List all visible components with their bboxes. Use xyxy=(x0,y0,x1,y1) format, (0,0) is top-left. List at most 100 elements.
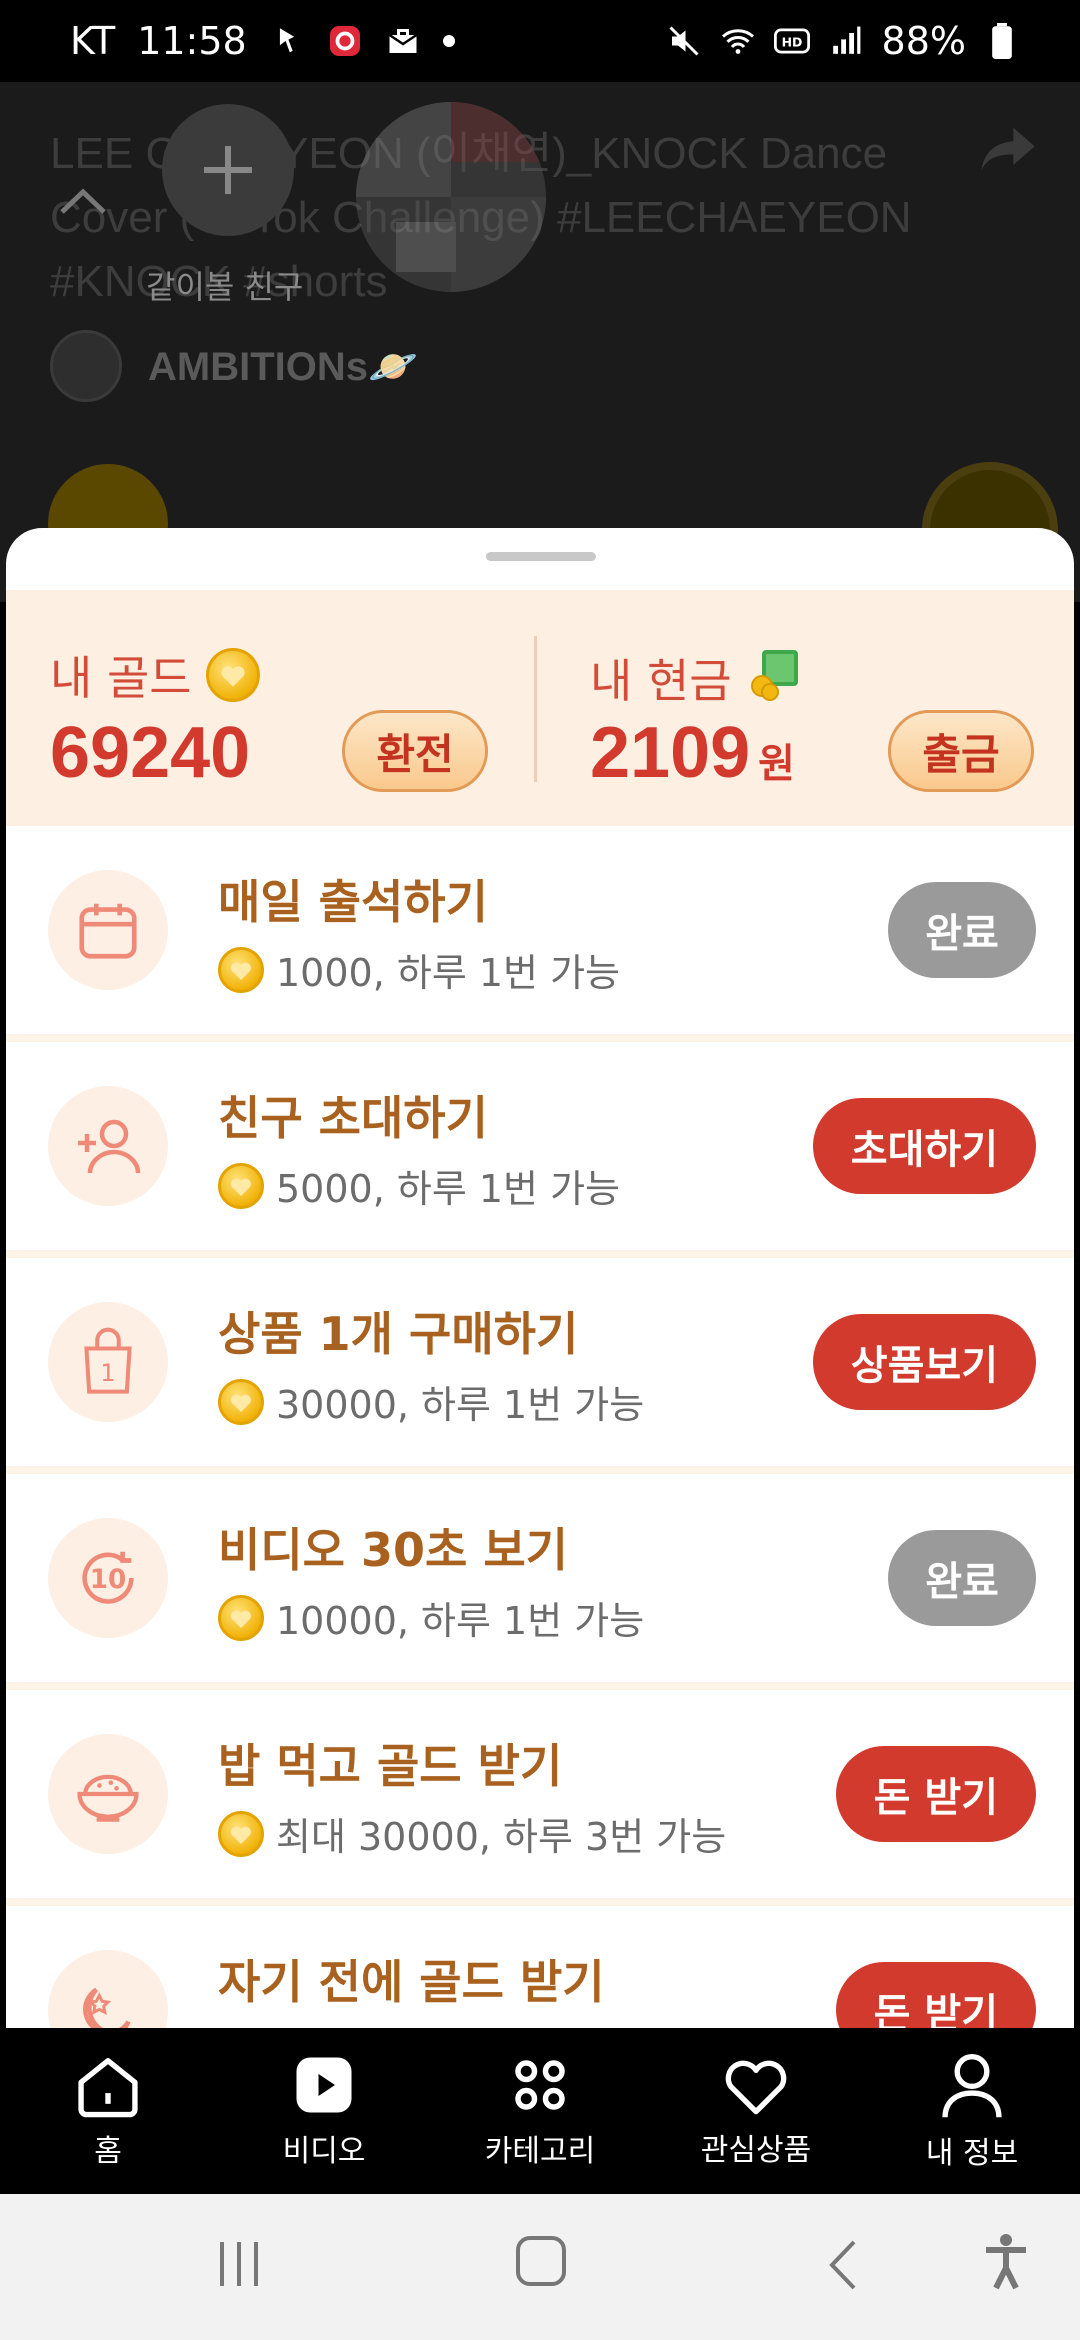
list-item: 밥 먹고 골드 받기 최대 30000, 하루 3번 가능 돈 받기 xyxy=(6,1690,1074,1906)
nav-video[interactable]: 비디오 xyxy=(216,2028,432,2194)
system-navigation-bar xyxy=(0,2194,1080,2340)
profile-icon xyxy=(942,2054,1002,2118)
list-item: 10 비디오 30초 보기 10000, 하루 1번 가능 완료 xyxy=(6,1474,1074,1690)
channel-name[interactable]: AMBITIONs🪐 xyxy=(148,343,418,390)
task-title: 친구 초대하기 xyxy=(218,1091,488,1145)
get-money-button[interactable]: 돈 받기 xyxy=(835,1962,1036,2028)
plus-icon xyxy=(204,146,252,194)
view-products-button[interactable]: 상품보기 xyxy=(812,1314,1036,1410)
task-reward: 10000, 하루 1번 가능 xyxy=(218,1590,644,1645)
share-icon[interactable] xyxy=(976,122,1040,180)
task-reward: 5000, 하루 1번 가능 xyxy=(218,1158,620,1213)
timer-10-icon: 10 xyxy=(48,1518,168,1638)
cash-value: 2109 xyxy=(590,713,751,793)
channel-info[interactable]: AMBITIONs🪐 xyxy=(50,330,418,402)
task-reward-text: 5000, 하루 1번 가능 xyxy=(276,1167,621,1211)
cash-unit: 원 xyxy=(758,742,795,786)
heart-icon xyxy=(725,2060,787,2115)
task-title: 상품 1개 구매하기 xyxy=(218,1307,579,1361)
task-reward-text: 10000, 하루 1번 가능 xyxy=(276,1599,645,1643)
mail-bag-icon xyxy=(385,23,421,59)
channel-avatar[interactable] xyxy=(50,330,122,402)
shopping-bag-icon: 1 xyxy=(48,1302,168,1422)
task-reward-text: 최대 30000, 하루 3번 가능 xyxy=(276,1815,727,1859)
balance-divider xyxy=(534,636,537,782)
list-item: 친구 초대하기 5000, 하루 1번 가능 초대하기 xyxy=(6,1042,1074,1258)
signal-icon xyxy=(828,23,864,59)
nav-home[interactable]: 홈 xyxy=(0,2028,216,2194)
sheet-drag-handle[interactable] xyxy=(486,552,596,561)
nav-label: 관심상품 xyxy=(700,2133,812,2168)
nav-profile[interactable]: 내 정보 xyxy=(864,2028,1080,2194)
list-item: 매일 출석하기 1000, 하루 1번 가능 완료 xyxy=(6,826,1074,1042)
rice-bowl-icon xyxy=(48,1734,168,1854)
nav-wishlist[interactable]: 관심상품 xyxy=(648,2028,864,2194)
add-friend-icon xyxy=(48,1086,168,1206)
moon-star-icon xyxy=(48,1950,168,2028)
list-item: 자기 전에 골드 받기 돈 받기 xyxy=(6,1906,1074,2028)
task-done-button[interactable]: 완료 xyxy=(888,1530,1036,1626)
gold-coin-icon xyxy=(218,946,264,993)
video-background: LEE CHAE YEON (이채연)_KNOCK Dance Cover (T… xyxy=(0,82,1080,602)
exchange-button[interactable]: 환전 xyxy=(342,710,488,792)
accessibility-icon[interactable] xyxy=(982,2232,1030,2296)
task-reward: 최대 30000, 하루 3번 가능 xyxy=(218,1806,726,1861)
gold-coin-icon xyxy=(218,1162,264,1209)
hd-voice-icon: HD xyxy=(773,23,810,59)
money-stack-icon xyxy=(746,642,806,713)
add-friend-label: 같이볼 친구 xyxy=(146,268,304,306)
pin-icon xyxy=(269,23,305,59)
clock: 11:58 xyxy=(137,19,247,63)
wifi-icon xyxy=(720,23,756,59)
task-title: 밥 먹고 골드 받기 xyxy=(218,1739,563,1793)
app-notification-icon xyxy=(327,23,363,59)
home-icon xyxy=(78,2058,138,2118)
gold-coin-icon xyxy=(218,1378,264,1425)
task-title: 자기 전에 골드 받기 xyxy=(218,1955,605,2009)
bottom-navigation: 홈 비디오 카테고리 관심상품 내 정보 xyxy=(0,2028,1080,2194)
nav-label: 카테고리 xyxy=(484,2134,596,2169)
gold-label-row: 내 골드 xyxy=(50,642,260,708)
cash-value-row: 2109 원 xyxy=(590,712,795,794)
task-reward-text: 30000, 하루 1번 가능 xyxy=(276,1383,645,1427)
nav-label: 홈 xyxy=(94,2134,122,2169)
invite-button[interactable]: 초대하기 xyxy=(812,1098,1036,1194)
gold-coin-icon xyxy=(218,1810,264,1857)
wallet-balance-panel: 내 골드 69240 환전 내 현금 2109 원 출금 xyxy=(6,590,1074,826)
category-icon xyxy=(515,2060,565,2110)
add-friend-button[interactable] xyxy=(162,104,294,236)
list-item: 1 상품 1개 구매하기 30000, 하루 1번 가능 상품보기 xyxy=(6,1258,1074,1474)
back-button[interactable] xyxy=(824,2238,860,2296)
task-reward: 30000, 하루 1번 가능 xyxy=(218,1374,644,1429)
video-thumbnail-mosaic xyxy=(356,102,546,292)
svg-text:10: 10 xyxy=(90,1565,127,1595)
task-done-button[interactable]: 완료 xyxy=(888,882,1036,978)
chevron-up-icon[interactable] xyxy=(58,186,108,220)
battery-percent: 88% xyxy=(881,19,966,63)
task-title: 비디오 30초 보기 xyxy=(218,1523,568,1577)
calendar-icon xyxy=(48,870,168,990)
nav-category[interactable]: 카테고리 xyxy=(432,2028,648,2194)
recent-apps-button[interactable] xyxy=(214,2238,264,2294)
gold-value: 69240 xyxy=(50,713,251,793)
gold-coin-icon xyxy=(205,648,260,702)
task-list: 매일 출석하기 1000, 하루 1번 가능 완료 친구 초대하기 5000, … xyxy=(6,826,1074,2028)
status-bar: KT 11:58 HD 88% xyxy=(0,0,1080,82)
cash-label-row: 내 현금 xyxy=(590,642,806,713)
task-title: 매일 출석하기 xyxy=(218,875,488,929)
withdraw-button[interactable]: 출금 xyxy=(888,710,1034,792)
carrier-label: KT xyxy=(70,19,116,63)
svg-text:HD: HD xyxy=(781,35,802,50)
gold-coin-icon xyxy=(218,1594,264,1641)
home-system-button[interactable] xyxy=(514,2234,568,2292)
cash-label: 내 현금 xyxy=(590,653,732,708)
gold-label: 내 골드 xyxy=(50,651,192,705)
task-reward: 1000, 하루 1번 가능 xyxy=(218,942,620,997)
nav-label: 비디오 xyxy=(282,2134,366,2169)
svg-text:1: 1 xyxy=(100,1359,115,1387)
task-reward-text: 1000, 하루 1번 가능 xyxy=(276,951,621,995)
video-play-icon xyxy=(296,2057,352,2113)
battery-icon xyxy=(984,23,1020,59)
gold-rewards-sheet: 내 골드 69240 환전 내 현금 2109 원 출금 매일 출석하기 100… xyxy=(6,528,1074,2028)
get-money-button[interactable]: 돈 받기 xyxy=(835,1746,1036,1842)
